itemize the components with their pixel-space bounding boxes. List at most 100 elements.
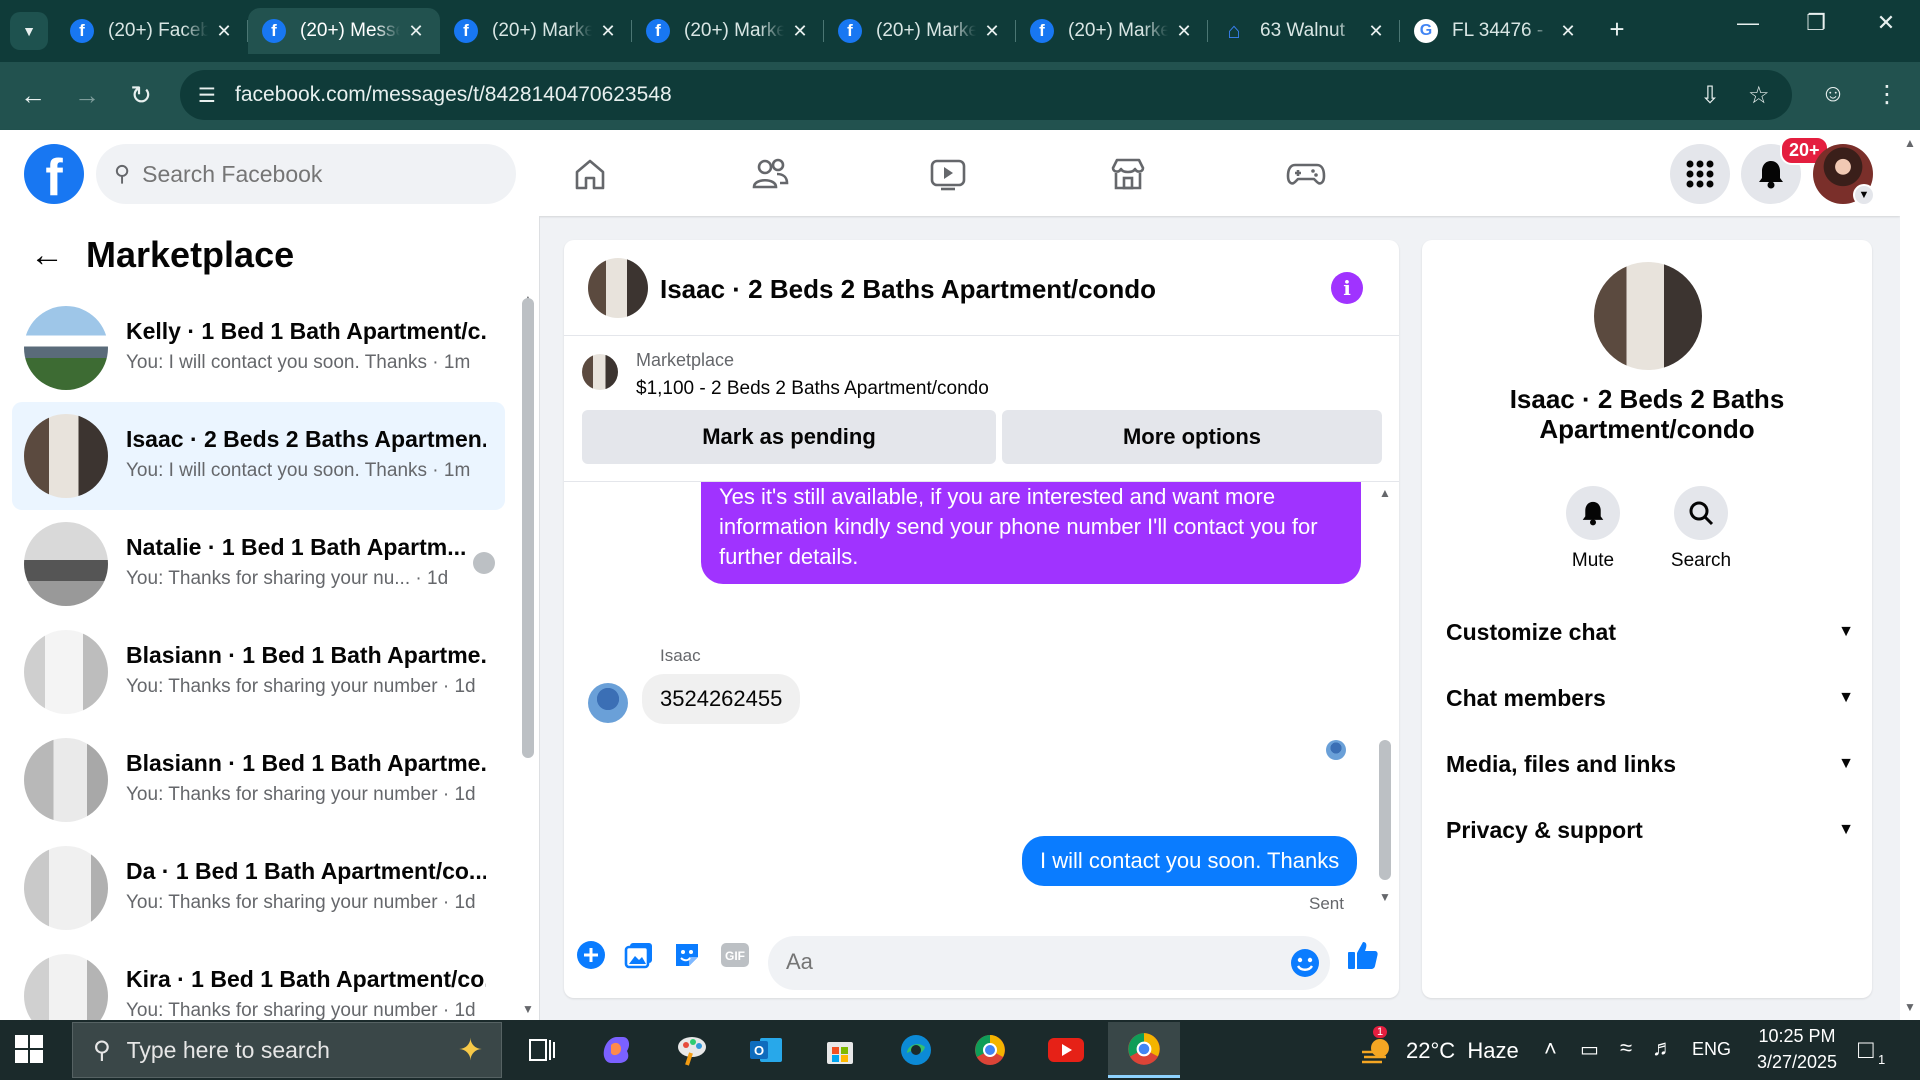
- conversation-item[interactable]: Blasiann · 1 Bed 1 Bath Apartme... You: …: [12, 618, 505, 726]
- address-bar[interactable]: ☰ facebook.com/messages/t/84281404706235…: [180, 70, 1792, 120]
- chat-title[interactable]: Isaac · 2 Beds 2 Baths Apartment/condo: [660, 274, 1156, 305]
- more-options-button[interactable]: More options: [1002, 410, 1382, 464]
- youtube-app-icon[interactable]: [1044, 1030, 1088, 1070]
- nav-watch[interactable]: [918, 152, 978, 196]
- browser-tab[interactable]: f (20+) Marketplace ✕: [632, 8, 824, 54]
- scroll-down-icon[interactable]: ▼: [1904, 1000, 1916, 1014]
- chat-avatar[interactable]: [588, 258, 648, 318]
- conversation-item[interactable]: Blasiann · 1 Bed 1 Bath Apartme... You: …: [12, 726, 505, 834]
- forward-button[interactable]: →: [70, 80, 104, 111]
- conversation-list-scrollbar[interactable]: [522, 298, 534, 758]
- browser-tab[interactable]: f (20+) Marketplace ✕: [440, 8, 632, 54]
- account-avatar[interactable]: ▼: [1813, 144, 1875, 206]
- close-icon[interactable]: ✕: [598, 21, 618, 42]
- gif-icon[interactable]: GIF: [718, 938, 752, 972]
- conversation-item[interactable]: Kira · 1 Bed 1 Bath Apartment/co... You:…: [12, 942, 505, 1020]
- windows-start-icon[interactable]: [14, 1034, 44, 1064]
- scroll-up-icon[interactable]: ▲: [1904, 136, 1916, 150]
- conversation-item-active[interactable]: Isaac · 2 Beds 2 Baths Apartmen... You: …: [12, 402, 505, 510]
- clock-time[interactable]: 10:25 PM: [1752, 1026, 1842, 1047]
- page-scrollbar[interactable]: ▲ ▼: [1900, 130, 1920, 1020]
- clock-date[interactable]: 3/27/2025: [1748, 1052, 1846, 1073]
- scroll-down-icon[interactable]: ▼: [522, 1002, 534, 1016]
- site-info-icon[interactable]: ☰: [198, 83, 216, 108]
- nav-home[interactable]: [560, 152, 620, 196]
- paint-app-icon[interactable]: [670, 1030, 714, 1070]
- battery-icon[interactable]: ▭: [1580, 1037, 1599, 1062]
- scroll-up-icon[interactable]: ▲: [1379, 486, 1391, 500]
- info-icon[interactable]: i: [1331, 272, 1363, 304]
- conversation-item[interactable]: Natalie · 1 Bed 1 Bath Apartm... You: Th…: [12, 510, 505, 618]
- listing-title[interactable]: $1,100 - 2 Beds 2 Baths Apartment/condo: [636, 378, 989, 400]
- chat-scrollbar[interactable]: [1379, 740, 1391, 880]
- restore-button[interactable]: ❐: [1796, 10, 1836, 36]
- browser-tab[interactable]: f (20+) Marketplace ✕: [824, 8, 1016, 54]
- outgoing-message[interactable]: I will contact you soon. Thanks: [1022, 836, 1358, 886]
- sender-avatar[interactable]: [588, 683, 628, 723]
- browser-tab-active[interactable]: f (20+) Messenger ✕: [248, 8, 440, 54]
- conversation-item[interactable]: Kelly · 1 Bed 1 Bath Apartment/c... You:…: [12, 294, 505, 402]
- facebook-search[interactable]: ⚲: [96, 144, 516, 204]
- section-chat-members[interactable]: Chat members ▼: [1446, 678, 1854, 718]
- close-icon[interactable]: ✕: [790, 21, 810, 42]
- sticker-icon[interactable]: [670, 938, 704, 972]
- menu-button[interactable]: [1670, 144, 1730, 204]
- copilot-icon[interactable]: [594, 1030, 638, 1070]
- language-indicator[interactable]: ENG: [1692, 1039, 1731, 1060]
- close-icon[interactable]: ✕: [1558, 21, 1578, 42]
- nav-friends[interactable]: [740, 152, 800, 196]
- mute-action[interactable]: Mute: [1548, 486, 1638, 572]
- outlook-icon[interactable]: O: [744, 1030, 788, 1070]
- back-arrow-icon[interactable]: ←: [30, 236, 64, 275]
- like-icon[interactable]: [1346, 938, 1380, 972]
- scroll-down-icon[interactable]: ▼: [1379, 890, 1391, 904]
- profile-icon[interactable]: ☺: [1816, 80, 1850, 108]
- close-icon[interactable]: ✕: [406, 21, 426, 42]
- plus-icon[interactable]: [574, 938, 608, 972]
- browser-tab[interactable]: G FL 34476 - ✕: [1400, 8, 1592, 54]
- message-input[interactable]: [786, 949, 1266, 975]
- url-text[interactable]: facebook.com/messages/t/8428140470623548: [235, 83, 672, 107]
- facebook-logo[interactable]: f: [24, 144, 84, 204]
- install-app-icon[interactable]: ⇩: [1700, 81, 1720, 110]
- listing-thumbnail[interactable]: [582, 354, 618, 390]
- close-icon[interactable]: ✕: [1366, 21, 1386, 42]
- browser-tab[interactable]: f (20+) Marketplace ✕: [1016, 8, 1208, 54]
- chrome-active-icon[interactable]: [1108, 1022, 1180, 1078]
- volume-icon[interactable]: ♬: [1652, 1035, 1674, 1061]
- section-media-files-links[interactable]: Media, files and links ▼: [1446, 744, 1854, 784]
- back-button[interactable]: ←: [16, 80, 50, 111]
- browser-tab[interactable]: f (20+) Facebook ✕: [56, 8, 248, 54]
- taskbar-search[interactable]: ⚲ Type here to search ✦: [72, 1022, 502, 1078]
- section-customize-chat[interactable]: Customize chat ▼: [1446, 612, 1854, 652]
- nav-marketplace[interactable]: [1098, 152, 1158, 196]
- chevron-up-icon[interactable]: ˄: [1544, 1036, 1557, 1062]
- tab-search-button[interactable]: ▼: [10, 12, 48, 50]
- close-icon[interactable]: ✕: [214, 21, 234, 42]
- menu-kebab-icon[interactable]: ⋮: [1870, 80, 1904, 109]
- section-privacy-support[interactable]: Privacy & support ▼: [1446, 810, 1854, 850]
- new-tab-button[interactable]: +: [1600, 14, 1634, 45]
- photo-icon[interactable]: [622, 938, 656, 972]
- task-view-icon[interactable]: [520, 1030, 564, 1070]
- bookmark-star-icon[interactable]: ☆: [1748, 81, 1770, 110]
- microsoft-store-icon[interactable]: [818, 1030, 862, 1070]
- incoming-message[interactable]: 3524262455: [642, 674, 801, 724]
- facebook-search-input[interactable]: [142, 160, 473, 188]
- minimize-button[interactable]: —: [1728, 10, 1768, 36]
- outgoing-message[interactable]: Yes it's still available, if you are int…: [701, 482, 1361, 584]
- emoji-icon[interactable]: [1288, 946, 1322, 980]
- close-window-button[interactable]: ✕: [1866, 10, 1906, 36]
- chrome-profile-icon[interactable]: [968, 1030, 1012, 1070]
- reload-button[interactable]: ↻: [124, 80, 158, 111]
- conversation-item[interactable]: Da · 1 Bed 1 Bath Apartment/co... You: T…: [12, 834, 505, 942]
- search-action[interactable]: Search: [1656, 486, 1746, 572]
- mark-as-pending-button[interactable]: Mark as pending: [582, 410, 996, 464]
- nav-gaming[interactable]: [1276, 152, 1336, 196]
- message-input-box[interactable]: [768, 936, 1330, 990]
- wifi-icon[interactable]: ≈: [1620, 1035, 1632, 1061]
- browser-tab[interactable]: ⌂ 63 Walnut ✕: [1208, 8, 1400, 54]
- weather-text[interactable]: 22°C Haze: [1406, 1038, 1519, 1064]
- edge-icon[interactable]: [894, 1030, 938, 1070]
- details-avatar[interactable]: [1594, 262, 1702, 370]
